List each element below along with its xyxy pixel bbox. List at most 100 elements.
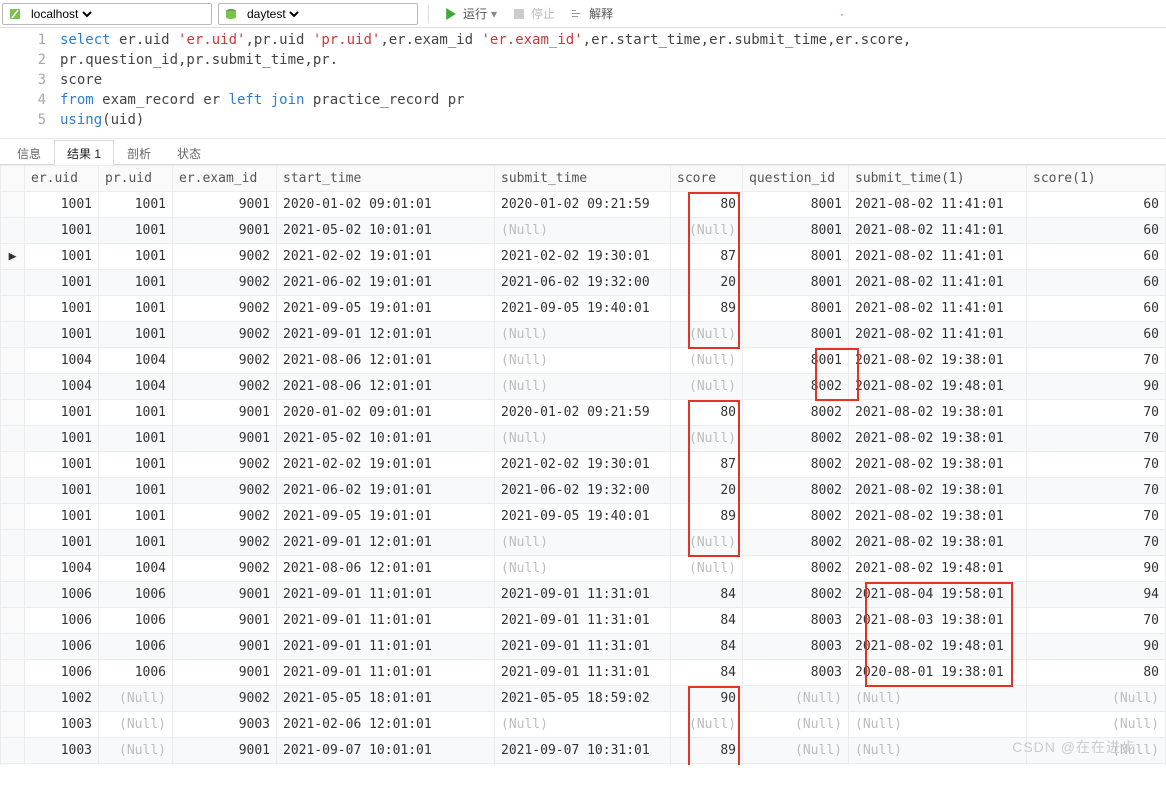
cell[interactable]: 1004	[25, 556, 99, 582]
row-handle[interactable]: ▶	[1, 244, 25, 270]
connection-select[interactable]: localhost	[27, 6, 95, 22]
cell[interactable]: 9002	[173, 478, 277, 504]
cell[interactable]: 2021-02-02 19:01:01	[277, 244, 495, 270]
cell[interactable]: 8001	[743, 192, 849, 218]
table-row[interactable]: 1001100190022021-02-02 19:01:012021-02-0…	[1, 452, 1166, 478]
cell[interactable]: 2021-09-05 19:01:01	[277, 296, 495, 322]
table-row[interactable]: 1001100190012021-05-02 10:01:01(Null)(Nu…	[1, 426, 1166, 452]
cell[interactable]: 2021-05-02 10:01:01	[277, 426, 495, 452]
cell[interactable]: (Null)	[495, 348, 671, 374]
cell[interactable]: 1006	[25, 608, 99, 634]
cell[interactable]: 8001	[743, 244, 849, 270]
cell[interactable]: 8002	[743, 478, 849, 504]
cell[interactable]: 1006	[25, 634, 99, 660]
cell[interactable]: 2021-09-01 11:31:01	[495, 660, 671, 686]
cell[interactable]: 84	[671, 660, 743, 686]
col-score[interactable]: score	[671, 166, 743, 192]
tab-status[interactable]: 状态	[164, 140, 214, 165]
cell[interactable]: 8001	[743, 348, 849, 374]
tab-profile[interactable]: 剖析	[114, 140, 164, 165]
col-pruid[interactable]: pr.uid	[99, 166, 173, 192]
cell[interactable]: 2021-08-06 12:01:01	[277, 348, 495, 374]
cell[interactable]: 8002	[743, 452, 849, 478]
cell[interactable]: 1003	[25, 738, 99, 764]
database-combo[interactable]: daytest	[218, 3, 418, 25]
row-handle[interactable]	[1, 582, 25, 608]
cell[interactable]: 1001	[99, 426, 173, 452]
cell[interactable]: 2020-08-01 19:38:01	[849, 660, 1027, 686]
cell[interactable]: 2021-05-05 18:01:01	[277, 686, 495, 712]
cell[interactable]: 1001	[25, 504, 99, 530]
cell[interactable]: 2021-05-02 10:01:01	[277, 218, 495, 244]
cell[interactable]: 9002	[173, 556, 277, 582]
cell[interactable]: 2021-09-05 19:40:01	[495, 296, 671, 322]
cell[interactable]: (Null)	[671, 374, 743, 400]
cell[interactable]: 1001	[25, 270, 99, 296]
table-row[interactable]: 1002(Null)90012020-01-01 12:01:012020-01…	[1, 764, 1166, 766]
row-handle[interactable]	[1, 712, 25, 738]
cell[interactable]: 8001	[743, 270, 849, 296]
cell[interactable]: 8001	[743, 218, 849, 244]
row-handle[interactable]	[1, 556, 25, 582]
cell[interactable]: 84	[671, 582, 743, 608]
cell[interactable]: (Null)	[671, 530, 743, 556]
col-starttime[interactable]: start_time	[277, 166, 495, 192]
cell[interactable]: 2020-01-02 09:01:01	[277, 400, 495, 426]
cell[interactable]: (Null)	[1027, 738, 1166, 764]
result-grid[interactable]: er.uid pr.uid er.exam_id start_time subm…	[0, 165, 1166, 765]
cell[interactable]: (Null)	[99, 686, 173, 712]
cell[interactable]: 9002	[173, 530, 277, 556]
cell[interactable]: 89	[671, 296, 743, 322]
cell[interactable]: 2020-01-02 09:21:59	[495, 192, 671, 218]
cell[interactable]: 8002	[743, 426, 849, 452]
cell[interactable]: 1001	[25, 478, 99, 504]
cell[interactable]: 9001	[173, 192, 277, 218]
cell[interactable]: 9003	[173, 712, 277, 738]
cell[interactable]: (Null)	[849, 712, 1027, 738]
cell[interactable]: 90	[1027, 556, 1166, 582]
cell[interactable]: 9002	[173, 452, 277, 478]
cell[interactable]: 1001	[99, 192, 173, 218]
cell[interactable]: 70	[1027, 400, 1166, 426]
cell[interactable]: 2020-01-02 09:01:01	[277, 192, 495, 218]
col-score1[interactable]: score(1)	[1027, 166, 1166, 192]
cell[interactable]: 9002	[173, 686, 277, 712]
cell[interactable]: (Null)	[99, 764, 173, 766]
cell[interactable]: 2021-09-05 19:01:01	[277, 504, 495, 530]
cell[interactable]: (Null)	[1027, 712, 1166, 738]
cell[interactable]: (Null)	[495, 530, 671, 556]
cell[interactable]: 2021-08-02 19:38:01	[849, 504, 1027, 530]
cell[interactable]: 8002	[743, 556, 849, 582]
cell[interactable]: 9002	[173, 244, 277, 270]
cell[interactable]: 2021-08-02 19:48:01	[849, 634, 1027, 660]
cell[interactable]: 70	[1027, 504, 1166, 530]
cell[interactable]: 1001	[99, 400, 173, 426]
cell[interactable]: 80	[671, 192, 743, 218]
row-handle[interactable]	[1, 478, 25, 504]
col-submit1[interactable]: submit_time(1)	[849, 166, 1027, 192]
cell[interactable]: 1006	[99, 582, 173, 608]
cell[interactable]: 1001	[25, 244, 99, 270]
header-row[interactable]: er.uid pr.uid er.exam_id start_time subm…	[1, 166, 1166, 192]
cell[interactable]: 9002	[173, 348, 277, 374]
cell[interactable]: (Null)	[671, 556, 743, 582]
table-row[interactable]: 1002(Null)90022021-05-05 18:01:012021-05…	[1, 686, 1166, 712]
cell[interactable]: (Null)	[743, 738, 849, 764]
col-question[interactable]: question_id	[743, 166, 849, 192]
cell[interactable]: 60	[1027, 192, 1166, 218]
cell[interactable]: 8003	[743, 608, 849, 634]
table-row[interactable]: 1001100190022021-06-02 19:01:012021-06-0…	[1, 270, 1166, 296]
cell[interactable]: 2021-08-02 11:41:01	[849, 270, 1027, 296]
row-handle[interactable]	[1, 634, 25, 660]
cell[interactable]: 2021-09-01 11:01:01	[277, 634, 495, 660]
cell[interactable]: 2021-09-01 12:01:01	[277, 530, 495, 556]
cell[interactable]: 2020-01-01 12:01:01	[277, 764, 495, 766]
cell[interactable]: (Null)	[671, 426, 743, 452]
cell[interactable]: 60	[1027, 270, 1166, 296]
cell[interactable]: (Null)	[495, 374, 671, 400]
cell[interactable]: 2020-01-02 09:21:59	[495, 400, 671, 426]
cell[interactable]: 80	[671, 400, 743, 426]
cell[interactable]: 9001	[173, 634, 277, 660]
cell[interactable]: (Null)	[743, 712, 849, 738]
cell[interactable]: (Null)	[743, 686, 849, 712]
